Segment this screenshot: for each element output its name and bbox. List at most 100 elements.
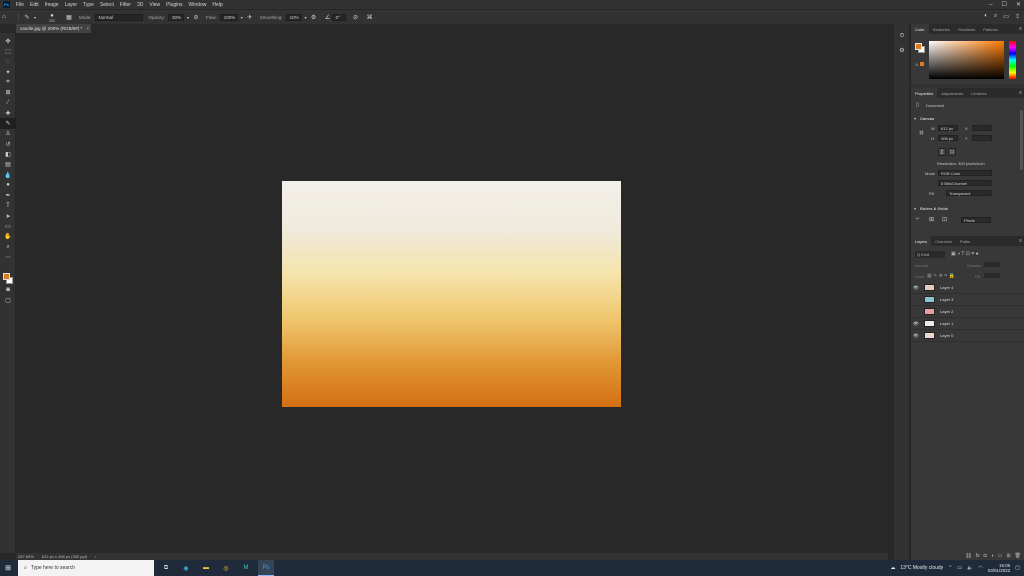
panel-menu-icon[interactable]: ≡ bbox=[1019, 26, 1022, 32]
weather-text[interactable]: 13°C Mostly cloudy bbox=[900, 565, 943, 571]
layer-name[interactable]: Layer 3 bbox=[940, 297, 953, 302]
dodge-tool-icon[interactable]: ● bbox=[0, 180, 16, 190]
add-mask-icon[interactable]: ◘ bbox=[984, 553, 987, 559]
document-tab[interactable]: candle.jpg @ 200% (RGB/8#) * × bbox=[16, 24, 91, 33]
home-icon[interactable]: ⌂ bbox=[0, 13, 8, 21]
menu-file[interactable]: File bbox=[13, 2, 27, 8]
layer-row[interactable]: 👁 Layer 0 bbox=[911, 330, 1024, 342]
symmetry-icon[interactable]: ⌘ bbox=[366, 13, 374, 21]
weather-icon[interactable]: ☁ bbox=[890, 565, 895, 571]
lasso-tool-icon[interactable]: ◌ bbox=[0, 57, 16, 67]
menu-view[interactable]: View bbox=[146, 2, 163, 8]
chevron-down-icon[interactable]: ▾ bbox=[238, 13, 246, 21]
chevron-down-icon[interactable]: ▾ bbox=[302, 13, 310, 21]
healing-brush-tool-icon[interactable]: ✚ bbox=[0, 108, 16, 118]
search-icon[interactable]: ⌕ bbox=[994, 13, 997, 20]
layer-row[interactable]: Layer 3 bbox=[911, 294, 1024, 306]
task-view-icon[interactable]: ⧉ bbox=[158, 560, 174, 576]
document-canvas[interactable] bbox=[282, 181, 621, 407]
maximize-icon[interactable]: ☐ bbox=[1002, 1, 1007, 8]
photoshop-taskbar-icon[interactable]: Ps bbox=[258, 560, 274, 576]
smoothing-field[interactable]: 10% bbox=[285, 13, 302, 21]
layer-row[interactable]: 👁 Layer 4 bbox=[911, 282, 1024, 294]
layer-row[interactable]: Layer 2 bbox=[911, 306, 1024, 318]
panel-settings-icon[interactable]: ⚙ bbox=[894, 44, 910, 56]
tab-properties[interactable]: Properties bbox=[911, 88, 938, 98]
windows-start-icon[interactable]: ⊞ bbox=[0, 564, 16, 572]
brush-tool-icon[interactable]: ✎ bbox=[23, 13, 31, 21]
marquee-tool-icon[interactable]: ⬚ bbox=[0, 46, 16, 56]
panel-menu-icon[interactable]: ≡ bbox=[1019, 90, 1022, 96]
fill-select[interactable]: Transparent bbox=[946, 190, 992, 196]
tab-paths[interactable]: Paths bbox=[956, 236, 974, 246]
color-picker-field[interactable] bbox=[929, 41, 1004, 79]
chrome-icon[interactable]: ◎ bbox=[218, 560, 234, 576]
brush-settings-icon[interactable]: ▦ bbox=[65, 13, 73, 21]
tab-layers[interactable]: Layers bbox=[911, 236, 932, 246]
discover-icon[interactable]: ◐ bbox=[984, 13, 988, 20]
pressure-size-icon[interactable]: ⊘ bbox=[352, 13, 360, 21]
layer-style-icon[interactable]: fx bbox=[976, 553, 980, 559]
layer-name[interactable]: Layer 2 bbox=[940, 309, 953, 314]
menu-layer[interactable]: Layer bbox=[62, 2, 81, 8]
layer-filter-icons[interactable]: ▣ ◑ T ⊡ ⌗ ● bbox=[951, 251, 979, 257]
panel-menu-icon[interactable]: ≡ bbox=[1019, 238, 1022, 244]
tab-patterns[interactable]: Patterns bbox=[979, 24, 1002, 34]
layer-name[interactable]: Layer 0 bbox=[940, 333, 953, 338]
pen-tool-icon[interactable]: ✒ bbox=[0, 190, 16, 200]
new-layer-icon[interactable]: ⊞ bbox=[1006, 553, 1010, 559]
ruler-units-select[interactable]: Pixels bbox=[961, 217, 991, 223]
eraser-tool-icon[interactable]: ◧ bbox=[0, 149, 16, 159]
menu-image[interactable]: Image bbox=[42, 2, 62, 8]
type-tool-icon[interactable]: T bbox=[0, 201, 16, 211]
zoom-tool-icon[interactable]: ⌕ bbox=[0, 242, 16, 252]
taskbar-search[interactable]: ⌕ Type here to search bbox=[18, 560, 154, 576]
more-tools-icon[interactable]: ⋯ bbox=[0, 252, 16, 262]
portrait-orientation-button[interactable]: ▯ bbox=[938, 148, 946, 156]
landscape-orientation-button[interactable]: ▭ bbox=[948, 148, 956, 156]
gradient-tool-icon[interactable]: ▤ bbox=[0, 160, 16, 170]
stamp-tool-icon[interactable]: ♙ bbox=[0, 129, 16, 139]
guides-icon[interactable]: ⊡ bbox=[942, 216, 947, 223]
link-layers-icon[interactable]: ⛓ bbox=[965, 553, 971, 559]
grid-icon[interactable]: ⊞ bbox=[929, 216, 934, 223]
airbrush-icon[interactable]: ✈ bbox=[246, 13, 254, 21]
menu-select[interactable]: Select bbox=[97, 2, 117, 8]
tab-color[interactable]: Color bbox=[911, 24, 929, 34]
color-mode-select[interactable]: RGB Color bbox=[938, 170, 992, 176]
bit-depth-select[interactable]: 8 Bits/Channel bbox=[938, 180, 992, 186]
menu-edit[interactable]: Edit bbox=[27, 2, 42, 8]
screen-mode-icon[interactable]: ▢ bbox=[0, 295, 16, 305]
history-panel-icon[interactable]: ⏲ bbox=[894, 30, 910, 42]
canvas-area[interactable] bbox=[16, 33, 888, 553]
layer-fill-field[interactable] bbox=[984, 273, 1000, 278]
rulers-collapse-icon[interactable]: ▾ bbox=[914, 206, 916, 211]
status-expand-icon[interactable]: › bbox=[95, 554, 96, 559]
layer-name[interactable]: Layer 1 bbox=[940, 321, 953, 326]
menu-filter[interactable]: Filter bbox=[117, 2, 134, 8]
blur-tool-icon[interactable]: 💧 bbox=[0, 170, 16, 180]
tray-expand-icon[interactable]: ⌃ bbox=[948, 565, 952, 571]
foreground-color-swatch[interactable] bbox=[3, 273, 10, 280]
history-brush-tool-icon[interactable]: ↺ bbox=[0, 139, 16, 149]
menu-help[interactable]: Help bbox=[209, 2, 225, 8]
opacity-field[interactable]: 30% bbox=[168, 13, 185, 21]
menu-plugins[interactable]: Plugins bbox=[163, 2, 185, 8]
menu-window[interactable]: Window bbox=[186, 2, 210, 8]
height-field[interactable]: 408 px bbox=[938, 135, 958, 141]
width-field[interactable]: 612 px bbox=[938, 125, 958, 131]
properties-scrollbar[interactable] bbox=[1020, 110, 1023, 170]
chevron-down-icon[interactable]: ▾ bbox=[31, 13, 39, 21]
y-field[interactable] bbox=[972, 135, 992, 141]
lock-icons[interactable]: ▦ ✎ ✥ ⌗ 🔒 bbox=[927, 273, 955, 279]
app-m-icon[interactable]: M bbox=[238, 560, 254, 576]
path-select-tool-icon[interactable]: ➤ bbox=[0, 211, 16, 221]
tab-gradients[interactable]: Gradients bbox=[954, 24, 979, 34]
menu-type[interactable]: Type bbox=[80, 2, 97, 8]
menu-3d[interactable]: 3D bbox=[134, 2, 146, 8]
layer-row[interactable]: 👁 Layer 1 bbox=[911, 318, 1024, 330]
canvas-collapse-icon[interactable]: ▾ bbox=[914, 116, 916, 121]
close-window-icon[interactable]: ✕ bbox=[1016, 1, 1021, 8]
pressure-opacity-icon[interactable]: ⊘ bbox=[192, 13, 200, 21]
x-field[interactable] bbox=[972, 125, 992, 131]
